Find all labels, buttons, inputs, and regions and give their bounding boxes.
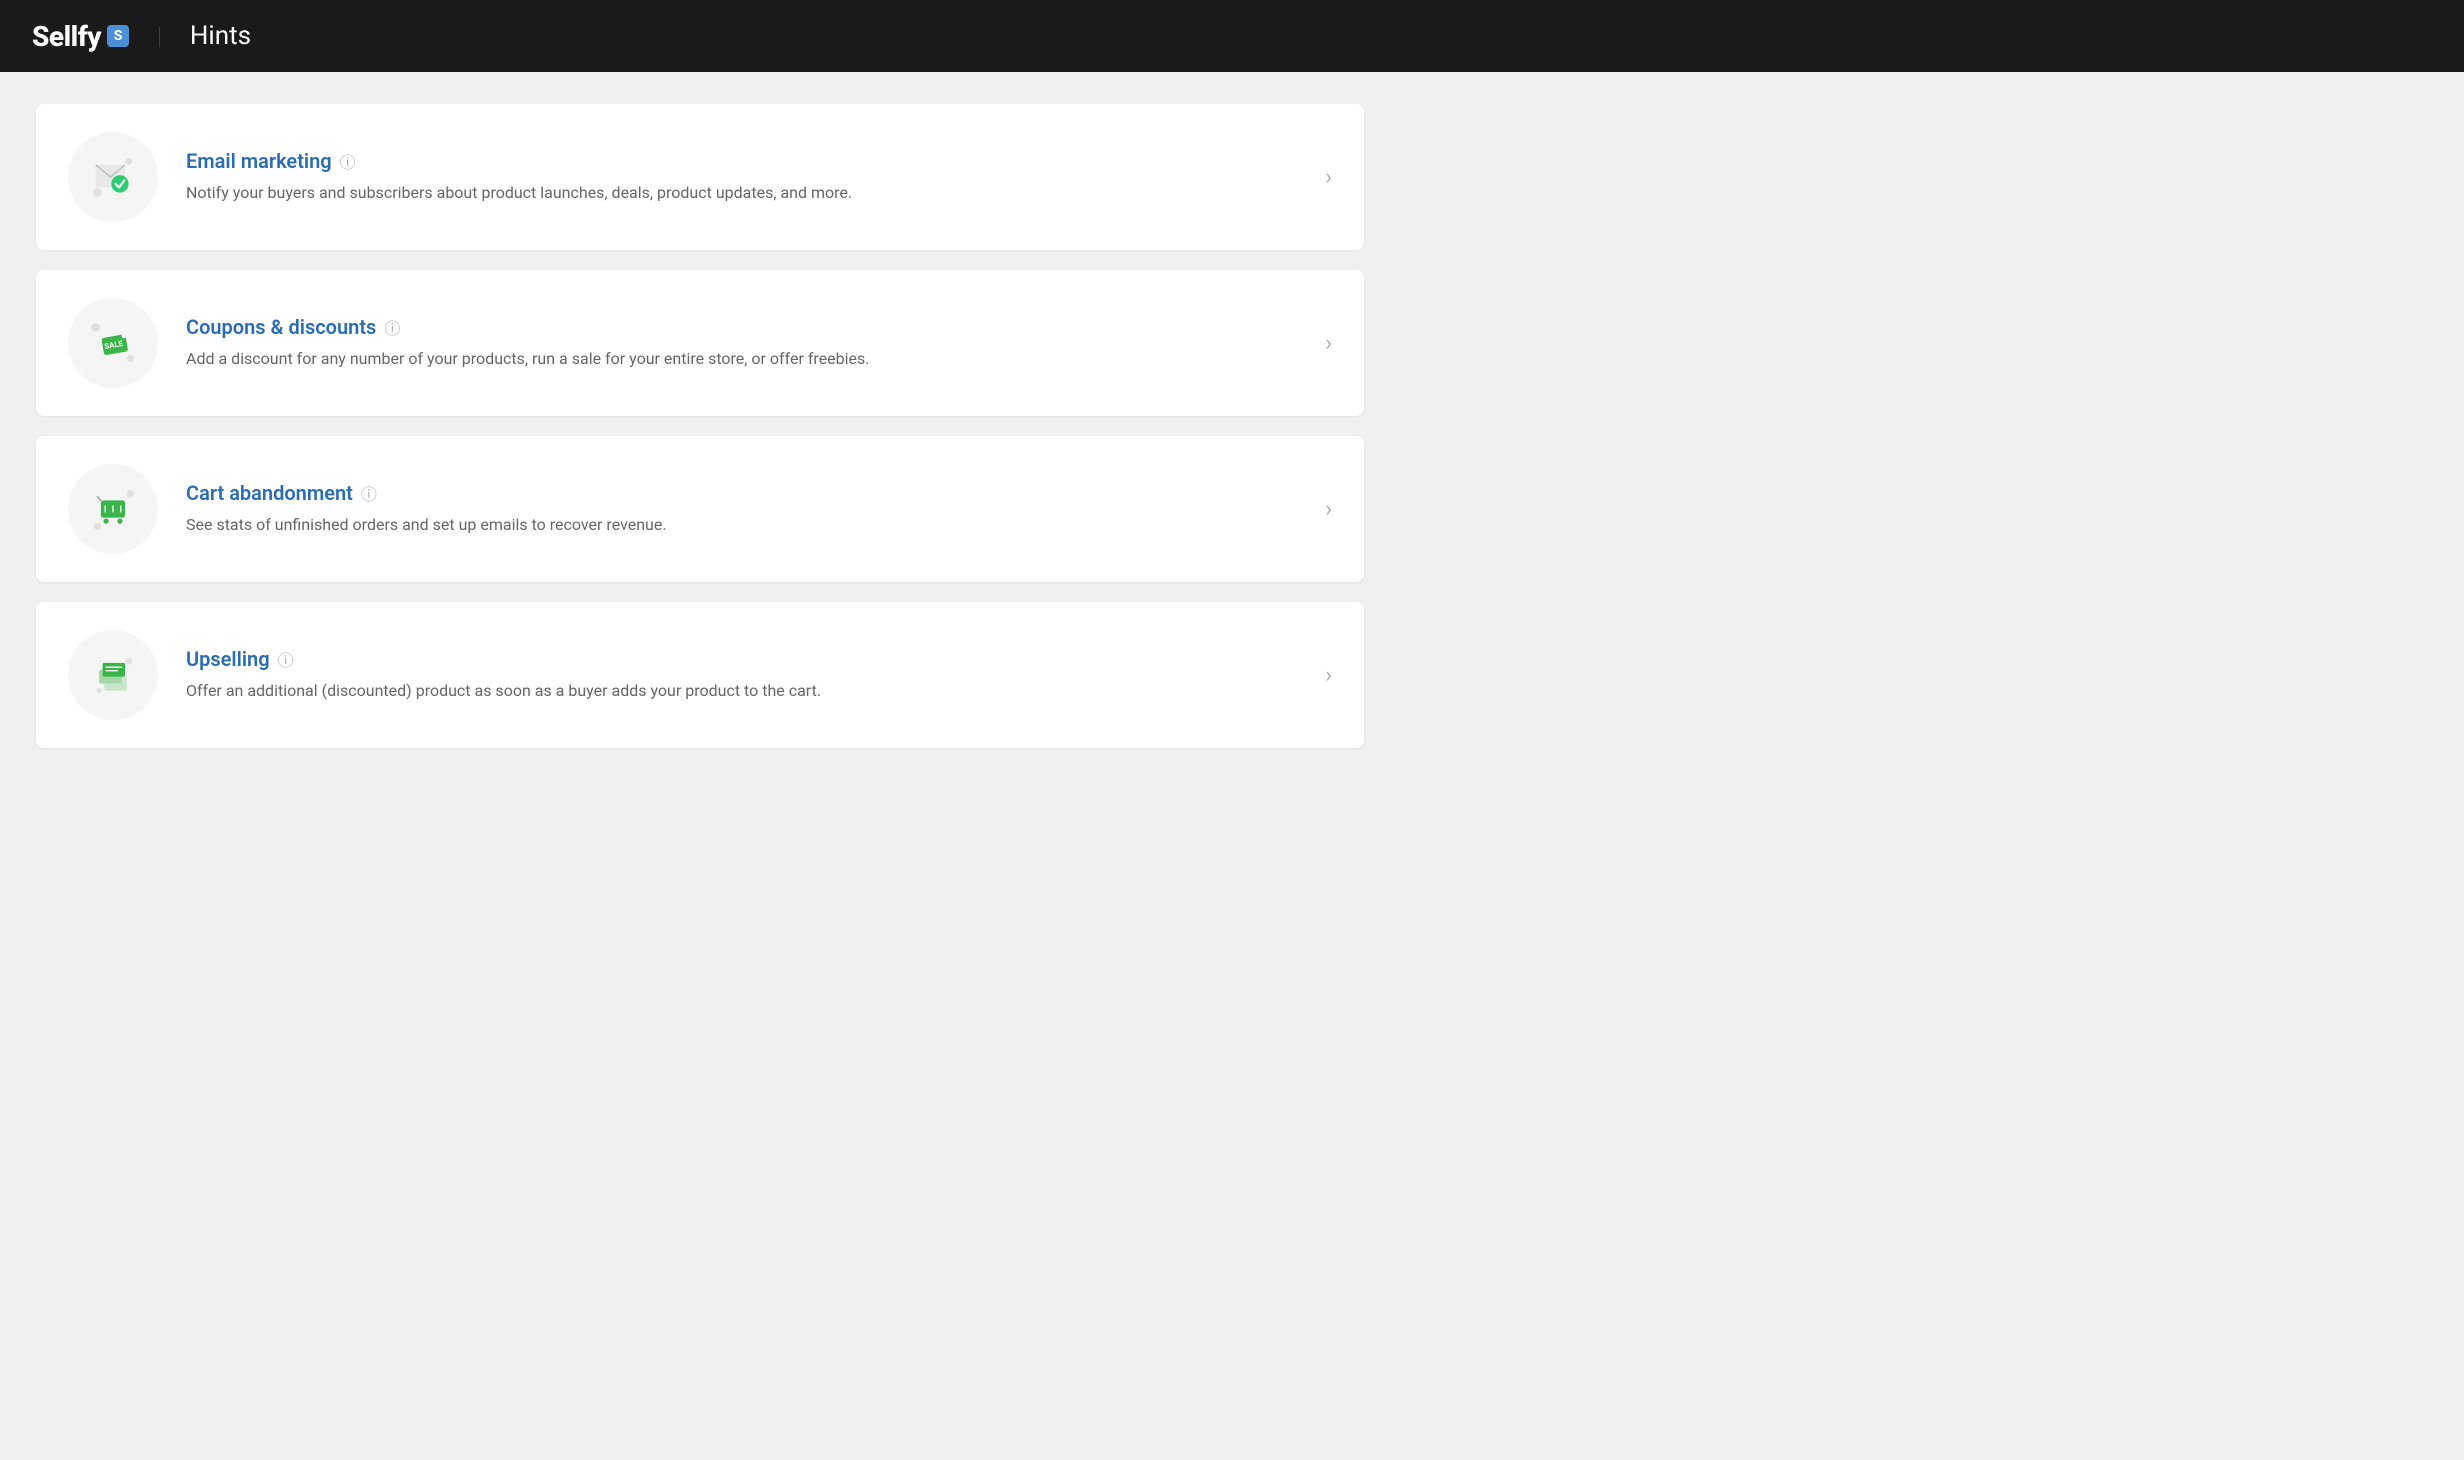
email-marketing-description: Notify your buyers and subscribers about… (186, 181, 1305, 205)
cart-abandonment-icon (87, 483, 139, 535)
upselling-card[interactable]: Upselling ⓘ Offer an additional (discoun… (36, 602, 1364, 748)
cart-abandonment-content: Cart abandonment ⓘ See stats of unfinish… (186, 481, 1305, 537)
logo-text: Sellfy (32, 20, 101, 53)
upselling-title-row: Upselling ⓘ (186, 647, 1305, 671)
cart-abandonment-icon-wrapper (68, 464, 158, 554)
coupons-discounts-icon: SALE (87, 317, 139, 369)
coupons-discounts-icon-wrapper: SALE (68, 298, 158, 388)
email-marketing-title: Email marketing (186, 149, 332, 173)
cart-abandonment-card[interactable]: Cart abandonment ⓘ See stats of unfinish… (36, 436, 1364, 582)
header-divider: | (157, 22, 162, 50)
coupons-discounts-description: Add a discount for any number of your pr… (186, 347, 1305, 371)
email-marketing-card[interactable]: Email marketing ⓘ Notify your buyers and… (36, 104, 1364, 250)
email-marketing-arrow[interactable]: › (1325, 165, 1332, 190)
app-header: Sellfy S | Hints (0, 0, 2464, 72)
email-marketing-icon (87, 151, 139, 203)
upselling-icon-wrapper (68, 630, 158, 720)
upselling-arrow[interactable]: › (1325, 663, 1332, 688)
coupons-discounts-info-icon[interactable]: ⓘ (384, 315, 400, 339)
upselling-content: Upselling ⓘ Offer an additional (discoun… (186, 647, 1305, 703)
page-title: Hints (190, 21, 251, 51)
email-marketing-info-icon[interactable]: ⓘ (340, 149, 356, 173)
coupons-discounts-content: Coupons & discounts ⓘ Add a discount for… (186, 315, 1305, 371)
coupons-discounts-arrow[interactable]: › (1325, 331, 1332, 356)
cart-abandonment-info-icon[interactable]: ⓘ (361, 481, 377, 505)
cart-abandonment-title-row: Cart abandonment ⓘ (186, 481, 1305, 505)
logo-badge: S (107, 25, 129, 47)
main-content: Email marketing ⓘ Notify your buyers and… (0, 72, 1400, 800)
upselling-icon (87, 649, 139, 701)
coupons-discounts-title-row: Coupons & discounts ⓘ (186, 315, 1305, 339)
coupons-discounts-title: Coupons & discounts (186, 315, 376, 339)
upselling-info-icon[interactable]: ⓘ (278, 647, 294, 671)
email-marketing-icon-wrapper (68, 132, 158, 222)
cart-abandonment-description: See stats of unfinished orders and set u… (186, 513, 1305, 537)
cart-abandonment-title: Cart abandonment (186, 481, 353, 505)
email-marketing-title-row: Email marketing ⓘ (186, 149, 1305, 173)
upselling-description: Offer an additional (discounted) product… (186, 679, 1305, 703)
logo: Sellfy S (32, 20, 129, 53)
upselling-title: Upselling (186, 647, 270, 671)
coupons-discounts-card[interactable]: SALE Coupons & discounts ⓘ Add a discoun… (36, 270, 1364, 416)
cart-abandonment-arrow[interactable]: › (1325, 497, 1332, 522)
email-marketing-content: Email marketing ⓘ Notify your buyers and… (186, 149, 1305, 205)
